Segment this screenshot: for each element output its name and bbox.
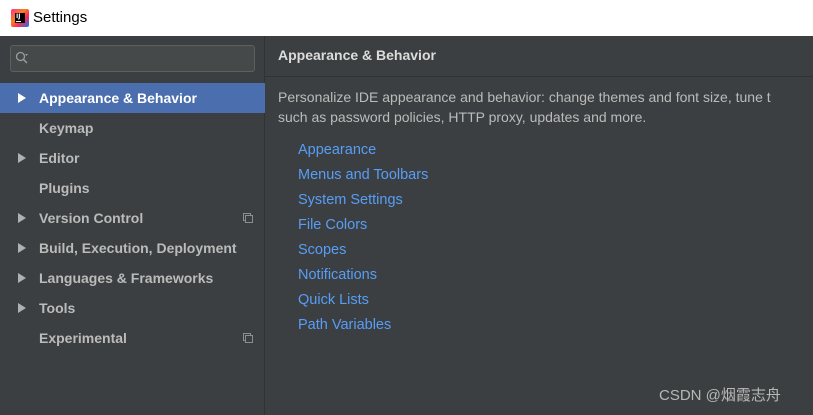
description-line-1: Personalize IDE appearance and behavior:…	[278, 89, 771, 105]
link-path-variables[interactable]: Path Variables	[298, 315, 428, 340]
link-notifications[interactable]: Notifications	[298, 265, 428, 290]
link-scopes[interactable]: Scopes	[298, 240, 428, 265]
project-settings-icon	[243, 333, 253, 343]
expand-arrow-icon[interactable]	[18, 303, 26, 313]
sidebar-item-label: Version Control	[39, 210, 144, 226]
header-divider	[265, 76, 813, 77]
sidebar-item-version-control[interactable]: Version Control	[0, 203, 265, 233]
window-title: Settings	[33, 9, 88, 26]
expand-arrow-icon[interactable]	[18, 153, 26, 163]
link-menus-and-toolbars[interactable]: Menus and Toolbars	[298, 165, 428, 190]
sidebar-item-label: Build, Execution, Deployment	[39, 240, 237, 256]
settings-body: Appearance & Behavior Keymap Editor Plug…	[0, 36, 813, 415]
expand-arrow-icon[interactable]	[18, 93, 26, 103]
expand-arrow-icon[interactable]	[18, 243, 26, 253]
sidebar-item-tools[interactable]: Tools	[0, 293, 265, 323]
sidebar-item-label: Plugins	[39, 180, 90, 196]
settings-tree: Appearance & Behavior Keymap Editor Plug…	[0, 83, 265, 353]
link-system-settings[interactable]: System Settings	[298, 190, 428, 215]
watermark: CSDN @烟霞志舟	[659, 387, 781, 404]
sidebar-item-appearance-behavior[interactable]: Appearance & Behavior	[0, 83, 265, 113]
sidebar-item-label: Tools	[39, 300, 76, 316]
settings-content: Appearance & Behavior Personalize IDE ap…	[265, 36, 813, 415]
page-title: Appearance & Behavior	[278, 47, 436, 63]
sidebar-item-plugins[interactable]: Plugins	[0, 173, 265, 203]
search-box[interactable]	[10, 45, 255, 72]
expand-arrow-icon[interactable]	[18, 213, 26, 223]
sidebar-item-label: Languages & Frameworks	[39, 270, 214, 286]
sidebar-item-keymap[interactable]: Keymap	[0, 113, 265, 143]
sidebar-item-experimental[interactable]: Experimental	[0, 323, 265, 353]
project-settings-icon	[243, 213, 253, 223]
link-quick-lists[interactable]: Quick Lists	[298, 290, 428, 315]
sidebar-item-label: Editor	[39, 150, 80, 166]
sidebar-item-label: Experimental	[39, 330, 127, 346]
link-appearance[interactable]: Appearance	[298, 140, 428, 165]
intellij-idea-icon: IJ	[11, 9, 29, 27]
page-description: Personalize IDE appearance and behavior:…	[278, 87, 813, 127]
search-input[interactable]	[35, 48, 251, 71]
search-icon[interactable]	[15, 51, 29, 65]
sidebar-item-editor[interactable]: Editor	[0, 143, 265, 173]
sidebar-item-label: Keymap	[39, 120, 94, 136]
sidebar-item-build-execution-deployment[interactable]: Build, Execution, Deployment	[0, 233, 265, 263]
title-bar: IJ Settings	[0, 0, 813, 36]
settings-sidebar: Appearance & Behavior Keymap Editor Plug…	[0, 36, 265, 415]
subpage-links: Appearance Menus and Toolbars System Set…	[298, 140, 428, 340]
sidebar-item-label: Appearance & Behavior	[39, 90, 197, 106]
expand-arrow-icon[interactable]	[18, 273, 26, 283]
description-line-2: such as password policies, HTTP proxy, u…	[278, 109, 647, 125]
link-file-colors[interactable]: File Colors	[298, 215, 428, 240]
sidebar-item-languages-frameworks[interactable]: Languages & Frameworks	[0, 263, 265, 293]
